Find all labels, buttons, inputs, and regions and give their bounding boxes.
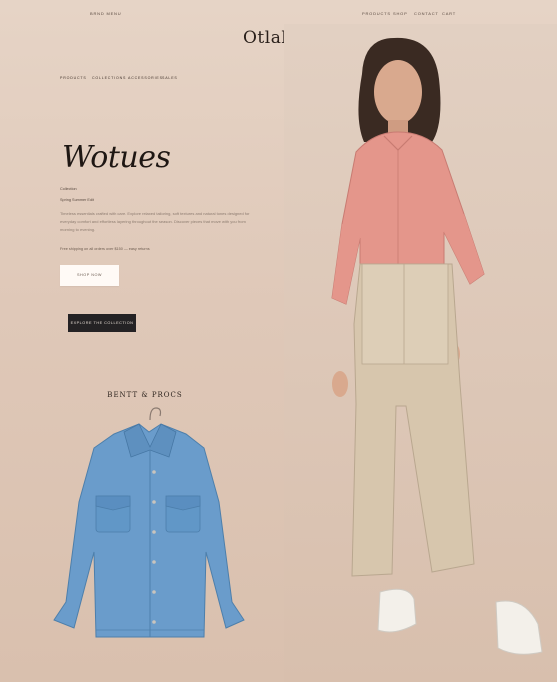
shop-now-button[interactable]: SHOP NOW — [60, 265, 119, 286]
subnav-item-collections[interactable]: COLLECTIONS — [92, 76, 126, 80]
model-photo — [284, 24, 557, 682]
nav-shop-link[interactable]: SHOP — [393, 11, 408, 16]
explore-collection-button[interactable]: EXPLORE THE COLLECTION — [68, 314, 136, 332]
subnav-item-products[interactable]: PRODUCTS — [60, 76, 87, 80]
nav-cart-link[interactable]: CART — [442, 11, 456, 16]
hero-paragraph: Timeless essentials crafted with care. E… — [60, 211, 250, 232]
brand-menu-link[interactable]: BRND MENU — [90, 11, 121, 16]
nav-contact-link[interactable]: CONTACT — [414, 11, 439, 16]
subnav-item-sales[interactable]: SALES — [162, 76, 178, 80]
denim-jacket-image[interactable] — [44, 402, 254, 652]
shipping-note: Free shipping on all orders over $150 — … — [60, 247, 150, 251]
hero-title: Wotues — [62, 140, 171, 175]
section-title: BENTT & PROCS — [107, 391, 183, 399]
hero-meta-line-secondary: Spring Summer Edit — [60, 198, 94, 202]
top-bar: BRND MENU PRODUCTS SHOP CONTACT CART — [0, 0, 557, 26]
nav-products-link[interactable]: PRODUCTS — [362, 11, 391, 16]
hero-meta-line: Collection — [60, 187, 77, 191]
subnav-item-accessories[interactable]: ACCESSORIES — [128, 76, 163, 80]
